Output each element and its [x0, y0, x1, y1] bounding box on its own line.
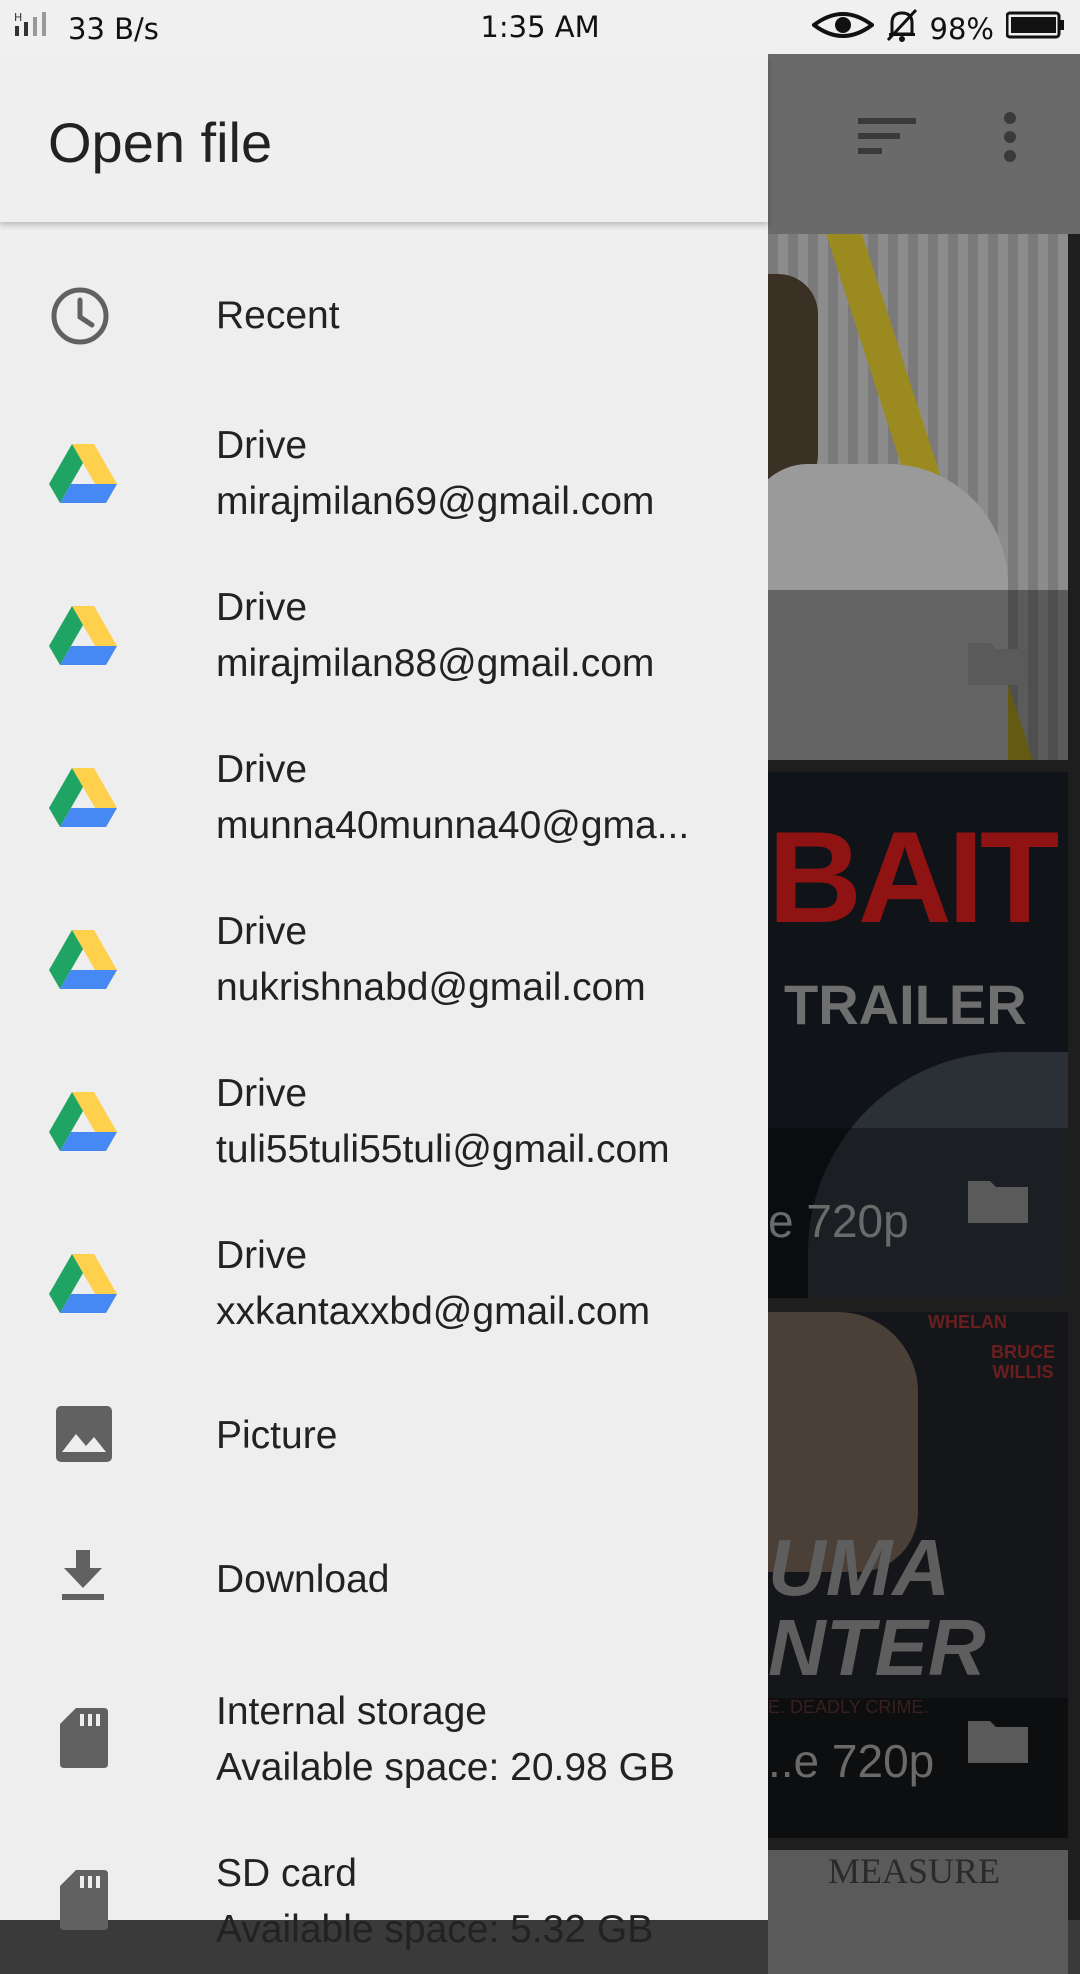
google-drive-icon — [48, 1090, 118, 1157]
drawer-item-title: Drive — [216, 1072, 308, 1115]
download-icon — [60, 1550, 106, 1607]
google-drive-icon — [48, 442, 118, 509]
image-icon — [56, 1406, 112, 1467]
drawer-item-title: Drive — [216, 424, 308, 467]
poster-text: NTER — [768, 1603, 986, 1692]
drawer-item-drive[interactable]: Drive munna40munna40@gma... — [0, 738, 768, 858]
drawer-item-subtitle: mirajmilan69@gmail.com — [216, 480, 655, 523]
drawer-title: Open file — [48, 111, 273, 174]
drawer-item-picture[interactable]: Picture — [0, 1394, 768, 1494]
drawer-item-download[interactable]: Download — [0, 1538, 768, 1638]
thumbnail-caption: e 720p — [768, 1195, 909, 1247]
drawer-item-title: Internal storage — [216, 1690, 488, 1733]
clock-icon — [48, 284, 112, 353]
status-bar: H 33 B/s 1:35 AM 98% — [0, 0, 1080, 54]
video-thumbnail-1[interactable] — [768, 234, 1068, 760]
drawer-item-drive[interactable]: Drive mirajmilan88@gmail.com — [0, 576, 768, 696]
drawer-item-title: Picture — [216, 1414, 338, 1457]
sd-card-icon — [60, 1708, 108, 1773]
drawer-item-drive[interactable]: Drive tuli55tuli55tuli@gmail.com — [0, 1062, 768, 1182]
drawer-item-drive[interactable]: Drive mirajmilan69@gmail.com — [0, 414, 768, 534]
bell-off-icon — [886, 8, 918, 49]
battery-percent: 98% — [929, 11, 994, 46]
video-thumbnail-2[interactable]: BAIT TRAILER e 720p — [768, 772, 1068, 1298]
drawer-item-title: SD card — [216, 1852, 357, 1895]
drawer-item-subtitle: mirajmilan88@gmail.com — [216, 642, 655, 685]
drawer-item-sd-card[interactable]: SD card Available space: 5.32 GB — [0, 1842, 768, 1962]
google-drive-icon — [48, 1252, 118, 1319]
thumbnail-caption: ..e 720p — [768, 1735, 935, 1787]
drawer-item-title: Drive — [216, 586, 308, 629]
drawer-item-subtitle: Available space: 20.98 GB — [216, 1746, 675, 1789]
drawer-header: Open file — [0, 54, 768, 222]
more-options-icon[interactable] — [1000, 112, 1020, 167]
drawer-item-subtitle: xxkantaxxbd@gmail.com — [216, 1290, 651, 1333]
folder-icon — [968, 637, 1028, 690]
drawer-item-title: Drive — [216, 748, 308, 791]
sd-card-icon — [60, 1870, 108, 1935]
drawer-item-title: Recent — [216, 294, 340, 337]
poster-text: BRUCE WILLIS — [990, 1342, 1055, 1382]
drawer-item-subtitle: tuli55tuli55tuli@gmail.com — [216, 1128, 670, 1171]
google-drive-icon — [48, 766, 118, 833]
thumbnail-title: BAIT — [768, 804, 1059, 950]
drawer-item-drive[interactable]: Drive xxkantaxxbd@gmail.com — [0, 1224, 768, 1344]
drawer-item-internal-storage[interactable]: Internal storage Available space: 20.98 … — [0, 1680, 768, 1800]
drawer-item-subtitle: nukrishnabd@gmail.com — [216, 966, 646, 1009]
thumbnail-subtitle: TRAILER — [784, 973, 1027, 1036]
sort-icon[interactable] — [858, 116, 916, 161]
google-drive-icon — [48, 928, 118, 995]
drawer-item-drive[interactable]: Drive nukrishnabd@gmail.com — [0, 900, 768, 1020]
poster-text: WHELAN — [928, 1312, 1007, 1332]
drawer-item-title: Drive — [216, 1234, 308, 1277]
eye-icon — [810, 9, 875, 48]
poster-text: UMA — [768, 1523, 951, 1612]
battery-icon — [1005, 11, 1066, 46]
drawer-item-subtitle: Available space: 5.32 GB — [216, 1908, 654, 1951]
folder-icon — [968, 1175, 1028, 1228]
open-file-drawer: Open file Recent Drive mirajmilan69@gmai… — [0, 54, 768, 1951]
video-thumbnail-3[interactable]: WHELAN BRUCE WILLIS UMA NTER E. DEADLY C… — [768, 1312, 1068, 1838]
drawer-item-title: Drive — [216, 910, 308, 953]
drawer-item-subtitle: munna40munna40@gma... — [216, 804, 690, 847]
google-drive-icon — [48, 604, 118, 671]
video-thumbnail-4[interactable]: MEASURE — [768, 1850, 1068, 1974]
drawer-item-recent[interactable]: Recent — [0, 274, 768, 374]
folder-icon — [968, 1715, 1028, 1768]
poster-text: MEASURE — [828, 1851, 1001, 1891]
drawer-item-title: Download — [216, 1558, 390, 1601]
